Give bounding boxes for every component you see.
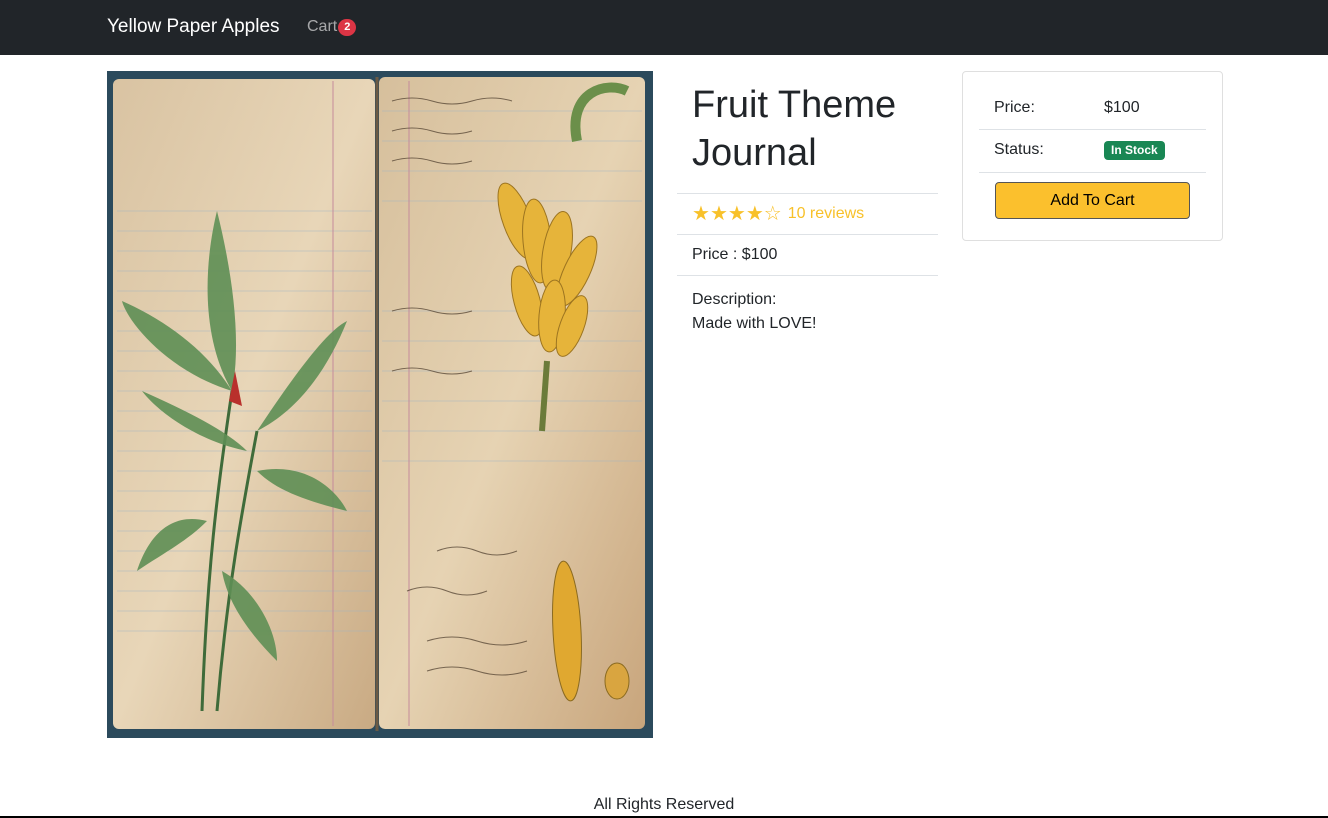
cart-count-badge: 2 <box>338 18 357 36</box>
journal-illustration <box>107 71 653 738</box>
cart-label: Cart <box>307 18 338 35</box>
price-value: $100 <box>1104 99 1140 116</box>
price-line: Price : $100 <box>677 234 938 275</box>
price-row: Price: $100 <box>979 88 1206 130</box>
star-full-icon: ★ <box>745 203 764 225</box>
product-title: Fruit Theme Journal <box>692 84 897 174</box>
price-label: Price: <box>994 99 1035 116</box>
description-text: Made with LOVE! <box>692 315 817 332</box>
status-badge: In Stock <box>1104 141 1165 160</box>
star-full-icon: ★ <box>692 203 710 225</box>
description-block: Description: Made with LOVE! <box>677 275 938 347</box>
top-navbar: Yellow Paper Apples Cart 2 <box>0 0 1328 55</box>
star-empty-icon: ☆ <box>763 203 782 225</box>
product-image <box>107 71 653 738</box>
purchase-card: Price: $100 Status: In Stock Add To Cart <box>962 71 1223 241</box>
star-full-icon: ★ <box>709 203 728 225</box>
brand-link[interactable]: Yellow Paper Apples <box>107 16 280 38</box>
footer-text: All Rights Reserved <box>593 796 735 813</box>
star-full-icon: ★ <box>727 203 746 225</box>
description-label: Description: <box>692 291 777 308</box>
rating-stars: ★★★★☆ <box>692 203 782 225</box>
product-info: Fruit Theme Journal ★★★★☆ 10 reviews Pri… <box>677 71 938 347</box>
cart-link[interactable]: Cart 2 <box>307 18 357 36</box>
add-to-cart-button[interactable]: Add To Cart <box>995 182 1190 219</box>
reviews-count: 10 reviews <box>787 205 865 222</box>
status-row: Status: In Stock <box>979 130 1206 173</box>
status-label: Status: <box>994 141 1044 158</box>
rating-row: ★★★★☆ 10 reviews <box>677 193 938 234</box>
